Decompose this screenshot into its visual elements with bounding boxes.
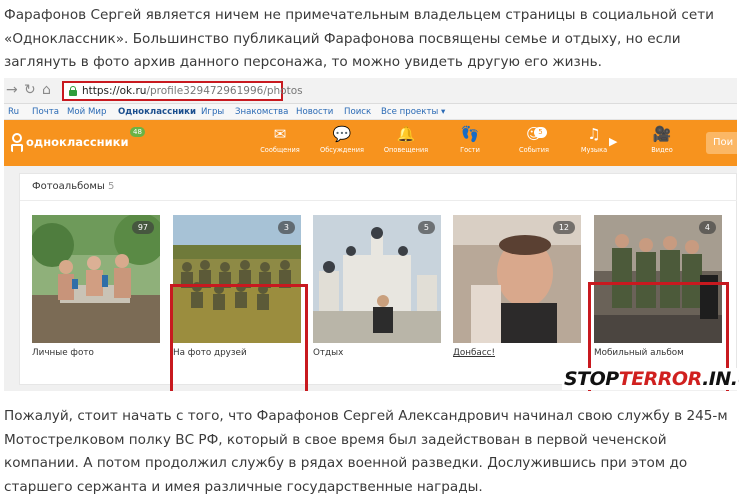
album-thumbnail[interactable]: 97 <box>32 215 160 343</box>
nav-messages[interactable]: ✉ Сообщения <box>252 124 308 164</box>
album-photo-count: 12 <box>552 221 575 234</box>
nav-label: События <box>518 146 549 154</box>
watermark-part: .IN.UA <box>702 368 739 390</box>
album-vacation-photo <box>313 215 441 343</box>
reload-icon[interactable]: ↻ <box>24 82 36 98</box>
album-personal[interactable]: 97 Личные фото <box>32 215 160 359</box>
ok-logo-icon[interactable] <box>10 133 24 153</box>
watermark-part: TERROR <box>618 368 703 390</box>
lock-icon <box>69 86 77 96</box>
menu-item-search[interactable]: Поиск <box>344 106 371 118</box>
url-host: https://ok.ru <box>82 85 147 97</box>
nav-events[interactable]: ☺ 5 События <box>506 124 562 164</box>
album-thumbnail[interactable]: 12 <box>453 215 581 343</box>
search-button[interactable]: Пои <box>706 132 737 154</box>
nav-notifications[interactable]: 🔔 Оповещения <box>378 124 434 164</box>
album-donbass-photo <box>453 215 581 343</box>
ok-screenshot: → ↻ ⌂ https://ok.ru/profile329472961996/… <box>4 78 737 391</box>
album-caption[interactable]: Отдых <box>313 347 343 359</box>
intro-paragraph: Фарафонов Сергей является ничем не приме… <box>4 7 714 70</box>
footprints-icon: 👣 <box>460 125 480 143</box>
album-thumbnail[interactable]: 5 <box>313 215 441 343</box>
home-icon[interactable]: ⌂ <box>42 82 51 98</box>
nav-label: Обсуждения <box>320 146 364 154</box>
album-donbass[interactable]: 12 Донбасс! <box>453 215 581 359</box>
notification-badge: 48 <box>130 127 145 137</box>
highlight-box-friends <box>170 284 308 391</box>
menu-item-mail[interactable]: Почта <box>32 106 59 118</box>
album-photo-count: 3 <box>277 221 295 234</box>
menu-item-dating[interactable]: Знакомства <box>235 106 288 118</box>
albums-heading: Фотоальбомы 5 <box>32 180 114 193</box>
album-caption[interactable]: Личные фото <box>32 347 94 359</box>
menu-item-ru[interactable]: Ru <box>8 106 19 118</box>
album-photo-count: 4 <box>698 221 716 234</box>
back-arrow-icon[interactable]: → <box>6 82 18 98</box>
nav-guests[interactable]: 👣 Гости <box>442 124 498 164</box>
browser-toolbar: → ↻ ⌂ https://ok.ru/profile329472961996/… <box>4 78 737 104</box>
albums-title: Фотоальбомы <box>32 181 105 192</box>
album-photo-count: 97 <box>131 221 154 234</box>
chat-icon: 💬 <box>332 125 352 143</box>
menu-item-news[interactable]: Новости <box>296 106 333 118</box>
envelope-icon: ✉ <box>273 125 287 143</box>
stopterror-watermark: STOPTERROR.IN.UA <box>562 368 739 390</box>
bell-icon: 🔔 <box>396 125 416 143</box>
video-camera-icon: 🎥 <box>652 125 672 143</box>
ok-logo-text[interactable]: одноклассники <box>26 135 129 149</box>
menu-item-odnoklassniki[interactable]: Одноклассники <box>118 106 196 118</box>
divider <box>20 200 737 201</box>
nav-discussions[interactable]: 💬 Обсуждения <box>314 124 370 164</box>
nav-label: Видео <box>651 146 673 154</box>
nav-video[interactable]: 🎥 Видео <box>634 124 690 164</box>
album-photo-count: 5 <box>417 221 435 234</box>
nav-label: Гости <box>460 146 480 154</box>
portal-menu: Ru Почта Мой Мир Одноклассники Игры Знак… <box>4 104 737 120</box>
menu-item-games[interactable]: Игры <box>201 106 224 118</box>
play-icon[interactable]: ▶ <box>609 134 617 150</box>
nav-label: Сообщения <box>260 146 300 154</box>
menu-item-all-projects[interactable]: Все проекты ▾ <box>381 106 445 118</box>
url-path: /profile329472961996/photos <box>146 85 303 97</box>
album-personal-photo <box>32 215 160 343</box>
album-vacation[interactable]: 5 Отдых <box>313 215 441 359</box>
ok-header: одноклассники 48 ✉ Сообщения 💬 Обсуждени… <box>4 120 737 166</box>
watermark-part: STOP <box>564 368 619 390</box>
address-bar[interactable]: https://ok.ru/profile329472961996/photos <box>62 81 303 101</box>
photo-albums-panel: Фотоальбомы 5 97 Личные фото 3 На фото д… <box>19 173 737 391</box>
body-paragraph: Пожалуй, стоит начать с того, что Фарафо… <box>4 408 728 495</box>
nav-label: Оповещения <box>383 146 429 154</box>
albums-count: 5 <box>108 181 115 192</box>
events-count: 5 <box>534 127 547 138</box>
album-caption[interactable]: Донбасс! <box>453 347 495 359</box>
menu-item-my-world[interactable]: Мой Мир <box>67 106 106 118</box>
